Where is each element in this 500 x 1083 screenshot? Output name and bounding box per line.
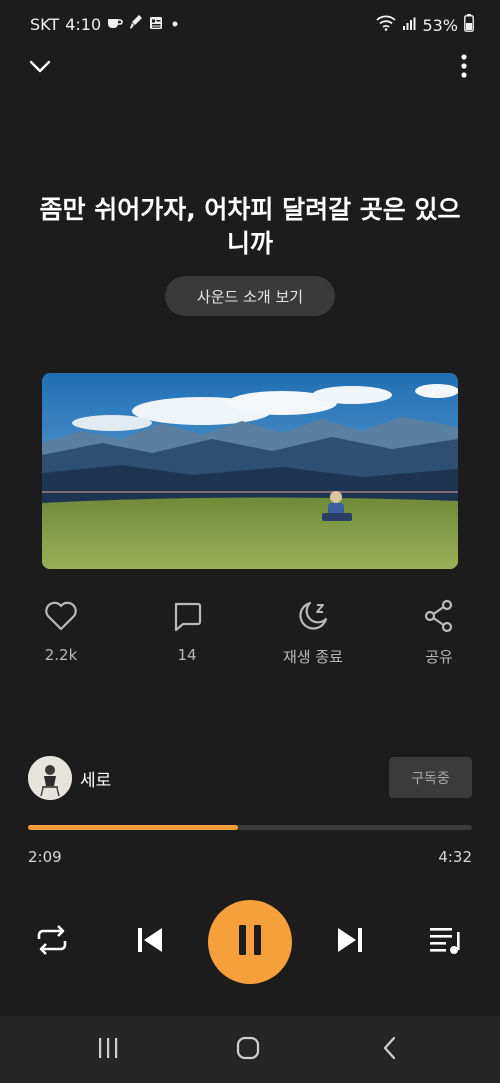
comment-count: 14 (177, 646, 197, 664)
status-bar: SKT 4:10 53% (0, 0, 500, 50)
more-vertical-icon (461, 54, 467, 82)
previous-button[interactable] (128, 920, 172, 964)
next-button[interactable] (328, 920, 372, 964)
like-action[interactable]: 2.2k (16, 598, 106, 664)
battery-percent: 53% (422, 15, 458, 35)
signal-icon (402, 16, 416, 35)
channel-avatar[interactable] (28, 756, 72, 800)
progress-track[interactable] (28, 825, 472, 830)
more-options-button[interactable] (452, 52, 476, 84)
playlist-icon (429, 926, 463, 958)
recent-apps-button[interactable] (88, 1032, 128, 1068)
carrier-label: SKT (30, 14, 60, 34)
sleep-timer-action[interactable]: 재생 종료 (268, 598, 358, 667)
news-icon (149, 15, 163, 34)
clock: 4:10 (65, 14, 102, 34)
back-button[interactable] (370, 1032, 410, 1068)
paint-icon (129, 14, 143, 34)
collapse-button[interactable] (24, 54, 56, 82)
repeat-icon (35, 925, 69, 959)
repeat-button[interactable] (30, 920, 74, 964)
subscribe-button[interactable]: 구독중 (389, 757, 472, 798)
skip-previous-icon (136, 927, 164, 957)
status-left: SKT 4:10 (30, 14, 181, 34)
coffee-icon (107, 15, 123, 34)
comment-action[interactable]: 14 (142, 598, 232, 664)
play-pause-button[interactable] (208, 900, 292, 984)
chevron-down-icon (29, 59, 51, 78)
home-icon (236, 1036, 260, 1064)
sleep-timer-icon (295, 598, 331, 634)
share-label: 공유 (425, 648, 453, 666)
status-right: 53% (376, 14, 474, 36)
progress-fill (28, 825, 238, 830)
sleep-timer-label: 재생 종료 (283, 648, 343, 666)
share-action[interactable]: 공유 (394, 598, 484, 667)
pause-icon (237, 924, 263, 960)
comment-icon (169, 598, 205, 634)
skip-next-icon (336, 927, 364, 957)
track-title: 좀만 쉬어가자, 어차피 달려갈 곳은 있으니까 (39, 195, 461, 258)
battery-icon (464, 14, 474, 36)
total-time: 4:32 (438, 848, 472, 866)
track-artwork (42, 373, 458, 569)
wifi-icon (376, 15, 397, 35)
current-time: 2:09 (28, 848, 62, 866)
like-count: 2.2k (44, 646, 78, 664)
recent-apps-icon (97, 1037, 119, 1063)
channel-name[interactable]: 세로 (80, 766, 111, 791)
sound-intro-button[interactable]: 사운드 소개 보기 (165, 276, 335, 316)
dot-icon (169, 15, 181, 34)
playlist-button[interactable] (424, 920, 468, 964)
heart-icon (43, 598, 79, 634)
home-button[interactable] (228, 1032, 268, 1068)
share-icon (421, 598, 457, 634)
back-icon (382, 1036, 398, 1064)
system-nav-bar (0, 1016, 500, 1083)
